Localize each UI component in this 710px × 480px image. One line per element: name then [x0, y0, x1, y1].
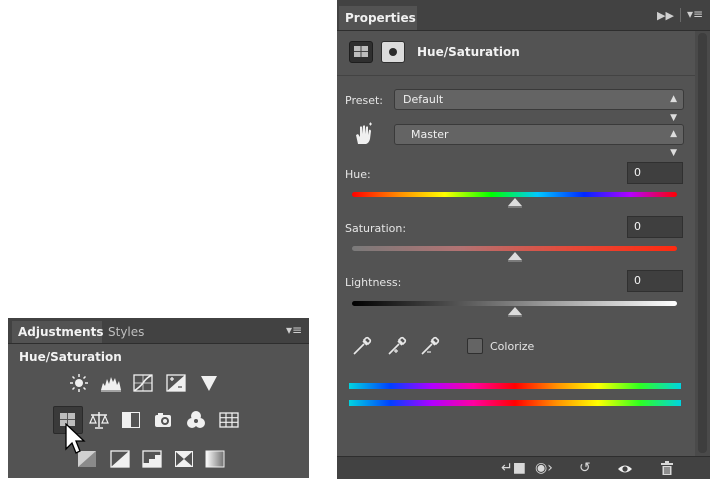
adjustments-tab-bar: Adjustments Styles ▾≡ [8, 318, 309, 344]
threshold-icon[interactable] [141, 449, 163, 469]
targeted-adjustment-hand-icon[interactable] [351, 122, 375, 146]
photo-filter-shape [155, 413, 171, 427]
hue-label: Hue: [345, 168, 371, 181]
view-previous-state-icon[interactable]: ◉› [535, 457, 553, 479]
curves-icon[interactable] [132, 373, 154, 393]
saturation-slider-thumb[interactable] [508, 252, 522, 262]
color-balance-icon[interactable] [88, 410, 110, 430]
lightness-slider-track[interactable] [352, 301, 677, 306]
properties-title: Hue/Saturation [417, 45, 520, 59]
channel-dropdown[interactable]: Master ▲ ▼ [394, 124, 684, 158]
properties-scrollbar[interactable] [695, 31, 710, 456]
adjustments-panel: Adjustments Styles ▾≡ Hue/Saturation [8, 318, 309, 478]
delete-icon[interactable] [660, 460, 674, 476]
layer-mask-icon[interactable] [381, 41, 405, 63]
panel-menu-icon[interactable]: ▾≡ [687, 7, 703, 21]
preset-value: Default [403, 93, 444, 106]
preset-label: Preset: [345, 94, 384, 107]
hand-icon [356, 122, 372, 144]
hue-slider-thumb[interactable] [508, 198, 522, 208]
scrollbar-thumb[interactable] [698, 33, 707, 453]
dropdown-arrows-icon: ▲ ▼ [670, 129, 677, 158]
dropdown-arrows-icon: ▲ ▼ [670, 94, 677, 123]
tab-bar-divider [680, 8, 681, 22]
preset-dropdown[interactable]: Default ▲ ▼ [394, 89, 684, 123]
tab-adjustments[interactable]: Adjustments [12, 321, 103, 343]
hue-input[interactable]: 0 [627, 162, 683, 184]
input-color-bar [349, 383, 681, 389]
gradient-map-shape [205, 450, 225, 468]
properties-footer: ↵■ ◉› ↺ [337, 456, 710, 479]
curves-shape [133, 374, 153, 392]
photo-filter-icon[interactable] [153, 410, 175, 430]
threshold-shape [142, 450, 162, 468]
eyedropper-add-shape [388, 336, 407, 355]
vibrance-shape [201, 376, 217, 391]
visibility-icon[interactable] [617, 461, 633, 475]
color-lookup-shape [219, 412, 239, 428]
channel-mixer-shape [187, 411, 205, 428]
adjustment-type-icon[interactable] [349, 41, 373, 63]
color-lookup-icon[interactable] [218, 410, 240, 430]
collapse-panel-icon[interactable]: ▶▶ [657, 9, 674, 22]
hue-saturation-grid-icon [354, 46, 368, 57]
properties-tab-bar: Properties ▶▶ ▾≡ [337, 0, 710, 31]
posterize-shape [110, 450, 130, 468]
tab-styles[interactable]: Styles [108, 321, 144, 343]
trash-shape [661, 461, 673, 475]
panel-menu-icon[interactable]: ▾≡ [286, 323, 302, 337]
properties-tab[interactable]: Properties [339, 6, 417, 30]
channel-value: Master [411, 128, 449, 141]
mouse-cursor-icon [64, 422, 86, 455]
posterize-icon[interactable] [109, 449, 131, 469]
output-color-bar [349, 400, 681, 406]
eyedropper-shape [353, 336, 372, 355]
mask-dot [389, 48, 397, 56]
levels-shape [101, 377, 121, 392]
properties-panel: Properties ▶▶ ▾≡ Hue/Saturation Preset: … [337, 0, 710, 479]
eye-shape [618, 465, 632, 473]
adjustments-title: Hue/Saturation [19, 350, 122, 364]
selective-color-icon[interactable] [173, 449, 195, 469]
lightness-label: Lightness: [345, 276, 402, 289]
eyedropper-add-icon[interactable] [386, 335, 408, 357]
lightness-slider-thumb[interactable] [508, 307, 522, 317]
brightness-contrast-shape [70, 374, 88, 392]
saturation-slider-track[interactable] [352, 246, 677, 251]
eyedropper-subtract-icon[interactable] [419, 335, 441, 357]
gradient-map-icon[interactable] [204, 449, 226, 469]
saturation-input[interactable]: 0 [627, 216, 683, 238]
black-white-shape [122, 412, 140, 428]
brightness-contrast-icon[interactable] [68, 373, 90, 393]
hue-slider-track[interactable] [352, 192, 677, 197]
vibrance-icon[interactable] [198, 373, 220, 393]
colorize-label: Colorize [490, 340, 535, 353]
cursor-shape [65, 422, 86, 454]
color-balance-shape [89, 412, 109, 429]
selective-color-shape [175, 451, 193, 467]
eyedropper-subtract-shape [421, 336, 440, 355]
black-white-icon[interactable] [120, 410, 142, 430]
exposure-icon[interactable] [165, 373, 187, 393]
saturation-label: Saturation: [345, 222, 407, 235]
clip-to-layer-icon[interactable]: ↵■ [501, 457, 526, 479]
channel-mixer-icon[interactable] [185, 410, 207, 430]
exposure-shape [166, 374, 186, 392]
lightness-input[interactable]: 0 [627, 270, 683, 292]
eyedropper-icon[interactable] [351, 335, 373, 357]
properties-header: Hue/Saturation [337, 31, 695, 76]
reset-icon[interactable]: ↺ [579, 457, 591, 479]
levels-icon[interactable] [100, 373, 122, 393]
colorize-checkbox[interactable] [467, 338, 483, 354]
